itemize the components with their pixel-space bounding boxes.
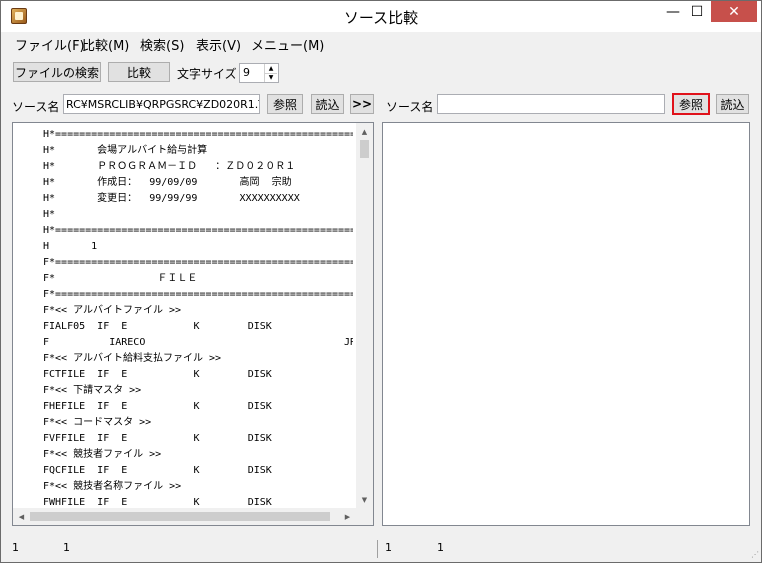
left-source-label: ソース名	[12, 100, 60, 114]
code-line: H* ＰＲＯＧＲＡＭ－ＩＤ ：ＺＤ０２０Ｒ１	[43, 161, 296, 172]
right-source-label: ソース名	[386, 100, 434, 114]
scroll-thumb[interactable]	[360, 140, 369, 158]
code-line: F*<< コードマスタ >>	[43, 417, 152, 428]
right-status-column: 1	[437, 541, 444, 554]
right-browse-button[interactable]: 参照	[672, 93, 710, 115]
scroll-thumb-horizontal[interactable]	[30, 512, 330, 521]
code-line: F IARECO JRENA	[43, 337, 353, 348]
maximize-button[interactable]: ☐	[685, 1, 709, 22]
left-status-line: 1	[12, 541, 19, 554]
left-status-column: 1	[63, 541, 70, 554]
app-window: ソース比較 — ☐ ✕ ファイル(F) 比較(M) 検索(S) 表示(V) メニ…	[0, 0, 762, 563]
code-line: H*======================================…	[43, 225, 353, 236]
code-line: H* 作成日： 99/09/09 高岡 宗助	[43, 177, 292, 188]
pane-splitter[interactable]	[376, 89, 379, 544]
code-line: F*======================================…	[43, 257, 353, 268]
font-size-label: 文字サイズ	[177, 67, 237, 81]
scroll-up-icon[interactable]: ▲	[356, 123, 373, 140]
left-vertical-scrollbar[interactable]: ▲ ▼	[356, 123, 373, 508]
code-line: H* 会場アルバイト給与計算	[43, 145, 208, 156]
code-line: F*<< アルバイトファイル >>	[43, 305, 182, 316]
left-horizontal-scrollbar[interactable]: ◀ ▶	[13, 508, 356, 525]
code-line: F*======================================…	[43, 289, 353, 300]
menu-search[interactable]: 検索(S)	[140, 35, 184, 54]
code-line: F*<< アルバイト給料支払ファイル >>	[43, 353, 222, 364]
right-read-button[interactable]: 読込	[716, 94, 749, 114]
compare-button[interactable]: 比較	[108, 62, 170, 82]
font-size-value: 9	[243, 66, 250, 79]
right-source-input[interactable]	[437, 94, 665, 114]
code-line: FHEFILE IF E K DISK	[43, 401, 272, 412]
menu-compare[interactable]: 比較(M)	[82, 35, 129, 54]
left-browse-button[interactable]: 参照	[267, 94, 303, 114]
code-line: F*<< 下請マスタ >>	[43, 385, 142, 396]
code-line: H* 変更日： 99/99/99 XXXXXXXXXX	[43, 193, 300, 204]
code-line: F* ＦＩＬＥ	[43, 273, 198, 284]
scroll-left-icon[interactable]: ◀	[13, 508, 30, 525]
scroll-corner	[356, 508, 373, 525]
code-line: H*======================================…	[43, 129, 353, 140]
close-button[interactable]: ✕	[711, 1, 757, 22]
code-line: FQCFILE IF E K DISK	[43, 465, 272, 476]
code-line: H*	[43, 209, 56, 220]
left-source-input[interactable]: RC¥MSRCLIB¥QRPGSRC¥ZD020R1.TXT	[63, 94, 260, 114]
scroll-down-icon[interactable]: ▼	[356, 491, 373, 508]
font-size-stepper[interactable]: 9 ▲ ▼	[239, 63, 279, 83]
menu-file[interactable]: ファイル(F)	[15, 35, 85, 54]
status-bar: 1 1 1 1 ⋰	[1, 538, 761, 562]
menu-view[interactable]: 表示(V)	[196, 35, 241, 54]
right-status-line: 1	[385, 541, 392, 554]
status-divider	[377, 540, 378, 558]
window-title: ソース比較	[343, 9, 419, 27]
code-line: FIALF05 IF E K DISK	[43, 321, 272, 332]
resize-grip-icon[interactable]: ⋰	[751, 550, 759, 559]
title-bar: ソース比較 — ☐ ✕	[1, 1, 761, 33]
minimize-button[interactable]: —	[661, 1, 685, 22]
menu-bar: ファイル(F) 比較(M) 検索(S) 表示(V) メニュー(M)	[1, 32, 761, 54]
scroll-right-icon[interactable]: ▶	[339, 508, 356, 525]
code-line: F*<< 競技者ファイル >>	[43, 449, 162, 460]
find-file-button[interactable]: ファイルの検索	[13, 62, 101, 82]
code-line: FCTFILE IF E K DISK	[43, 369, 272, 380]
right-source-pane[interactable]	[382, 122, 750, 526]
code-line: F*<< 競技者名称ファイル >>	[43, 481, 182, 492]
spin-down-icon[interactable]: ▼	[265, 73, 277, 82]
code-line: FVFFILE IF E K DISK	[43, 433, 272, 444]
left-read-button[interactable]: 読込	[311, 94, 344, 114]
left-source-pane[interactable]: H*======================================…	[12, 122, 374, 526]
menu-menu[interactable]: メニュー(M)	[251, 35, 324, 54]
copy-right-button[interactable]: >>	[350, 94, 374, 114]
code-line: H 1	[43, 241, 98, 252]
left-code-view: H*======================================…	[43, 127, 353, 511]
